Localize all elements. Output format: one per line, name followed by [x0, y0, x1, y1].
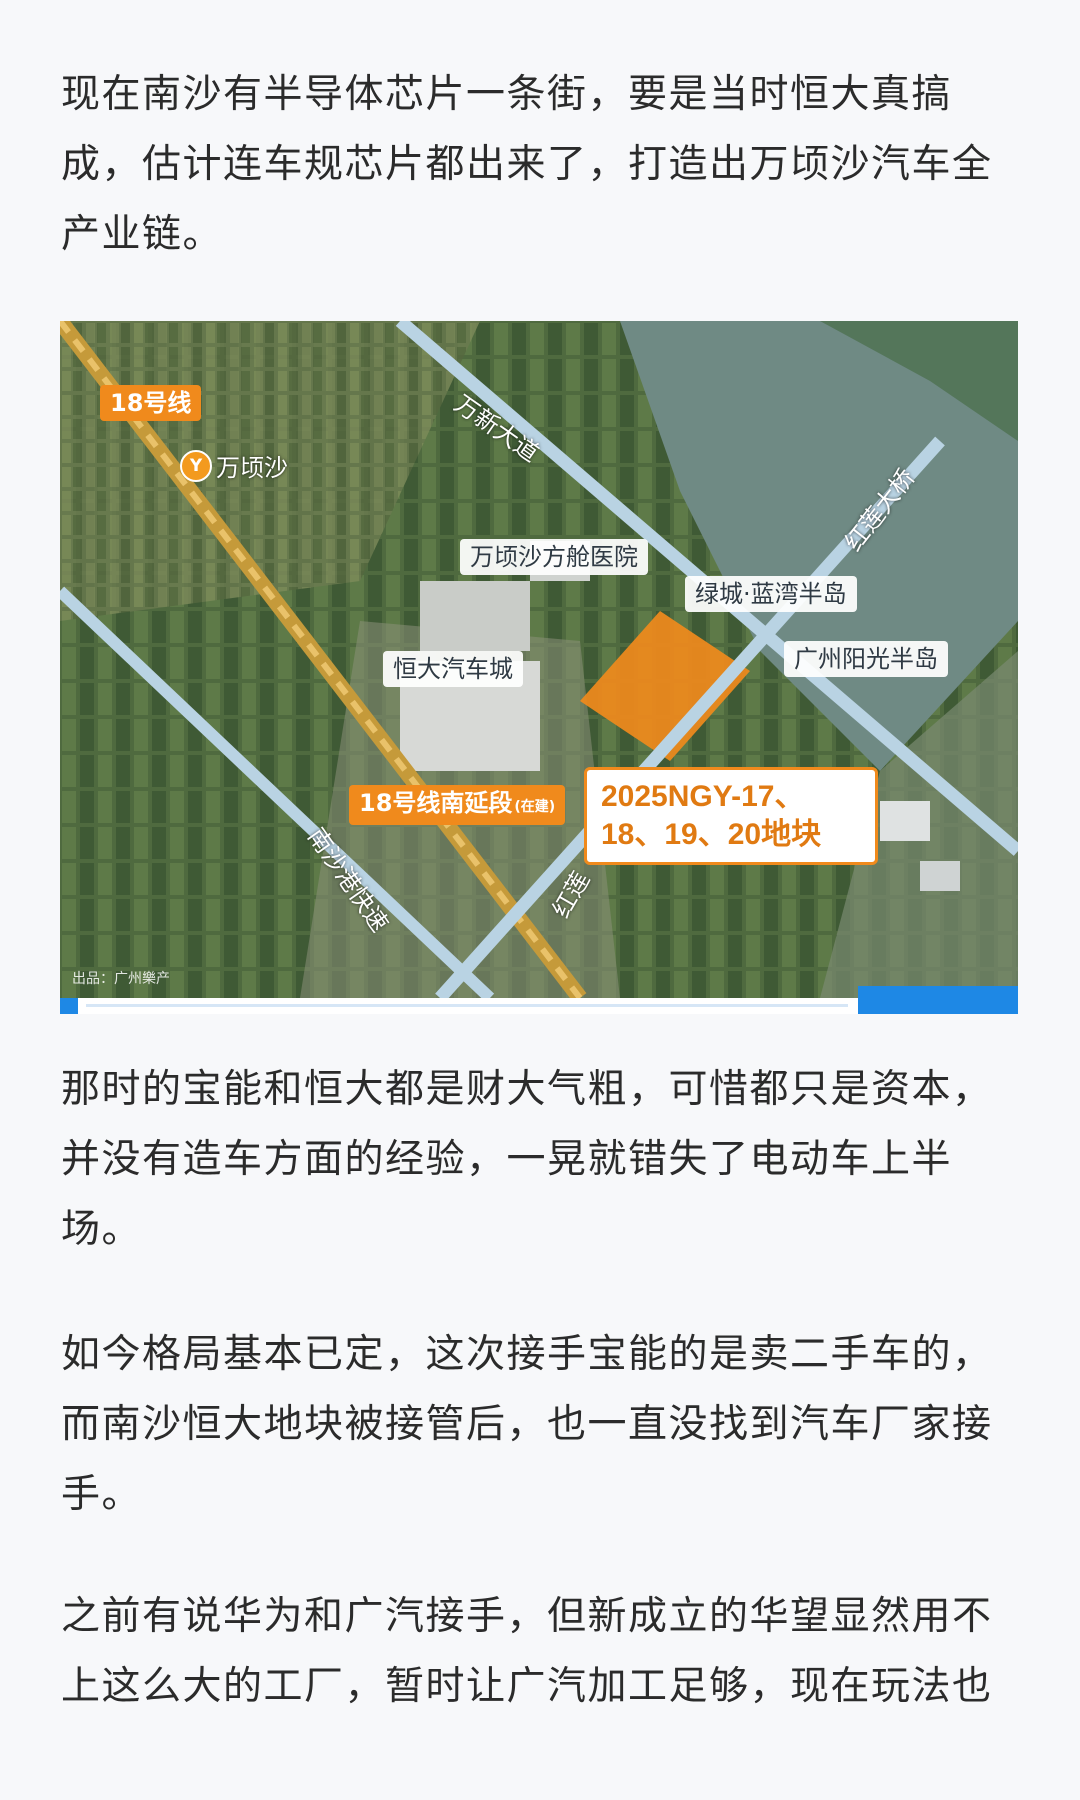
metro-icon: Y [180, 449, 212, 482]
map-image: 18号线 Y 万顷沙 万新大道 万顷沙方舱医院 绿城·蓝湾半岛 恒大汽车城 广州… [60, 321, 1018, 998]
plot-line-2: 18、19、20地块 [601, 818, 822, 851]
extension-label: 18号线南延段 (在建) [349, 785, 566, 825]
caption-bar-left [60, 998, 78, 1014]
hospital-label: 万顷沙方舱医院 [460, 539, 648, 575]
lvcheng-label: 绿城·蓝湾半岛 [685, 576, 857, 612]
extension-tag: (在建) [514, 799, 556, 815]
caption-bar-right [858, 986, 1018, 1014]
map-source: 出品：广州樂产 [72, 971, 170, 987]
sunshine-label: 广州阳光半岛 [784, 641, 948, 677]
article-paragraph-3: 如今格局基本已定，这次接手宝能的是卖二手车的，而南沙恒大地块被接管后，也一直没找… [61, 1332, 993, 1517]
extension-text: 18号线南延段 [359, 789, 513, 817]
caption-bar-track [86, 1004, 848, 1007]
station-name: 万顷沙 [216, 454, 288, 482]
article-paragraph-2: 那时的宝能和恒大都是财大气粗，可惜都只是资本，并没有造车方面的经验，一晃就错失了… [61, 1067, 993, 1252]
article-paragraph-4: 之前有说华为和广汽接手，但新成立的华望显然用不上这么大的工厂，暂时让广汽加工足够… [61, 1594, 993, 1709]
plot-callout: 2025NGY-17、 18、19、20地块 [584, 767, 878, 865]
line-18-label: 18号线 [100, 385, 202, 421]
image-caption-bar [60, 986, 1018, 1014]
plot-line-1: 2025NGY-17、 [601, 780, 805, 813]
station-wanqingsha: Y 万顷沙 [180, 448, 288, 483]
evergrande-label: 恒大汽车城 [383, 651, 523, 687]
article-paragraph-1: 现在南沙有半导体芯片一条街，要是当时恒大真搞成，估计连车规芯片都出来了，打造出万… [61, 72, 993, 257]
